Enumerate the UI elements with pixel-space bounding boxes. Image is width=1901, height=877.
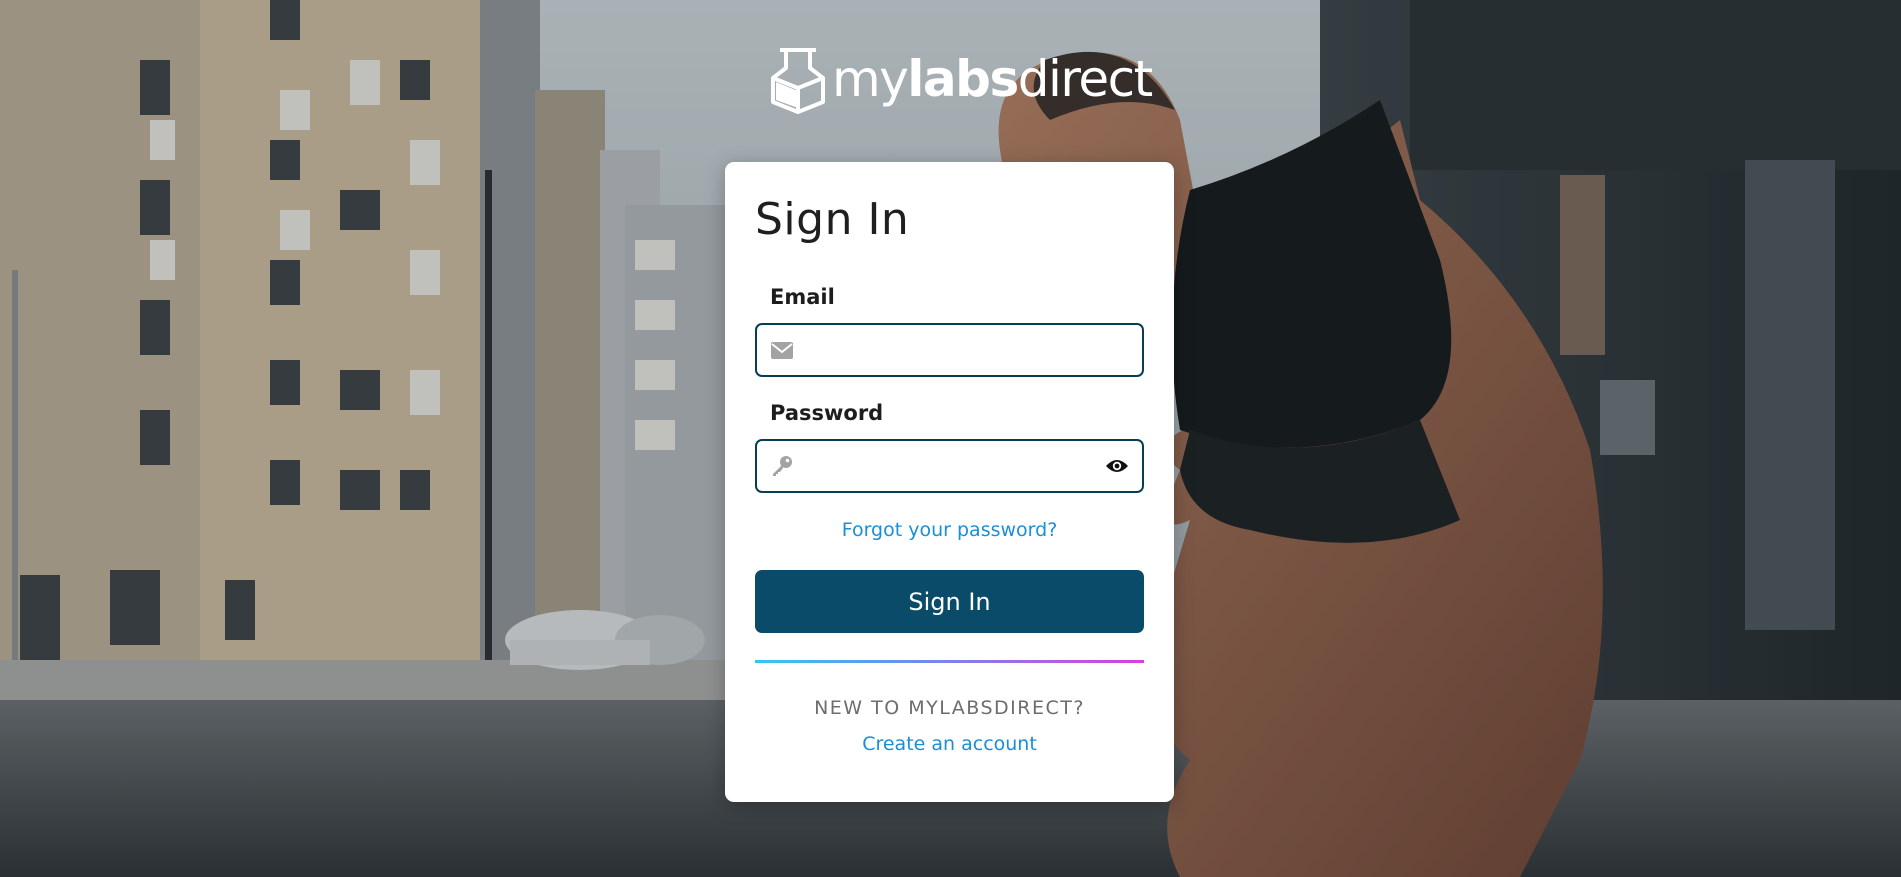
signin-card: Sign In Email Password Forgot your passw… (725, 162, 1174, 802)
envelope-icon (771, 339, 793, 361)
brand-wordmark: mylabsdirect (832, 50, 1153, 108)
brand-logo[interactable]: mylabsdirect (768, 44, 1153, 114)
new-user-prompt: NEW TO MYLABSDIRECT? (814, 697, 1085, 719)
password-input[interactable] (805, 443, 1104, 489)
key-icon (771, 455, 793, 477)
email-field[interactable] (755, 323, 1144, 377)
forgot-password-link[interactable]: Forgot your password? (755, 519, 1144, 541)
password-field[interactable] (755, 439, 1144, 493)
gradient-divider (755, 660, 1144, 663)
flask-logo-icon (771, 48, 825, 114)
eye-icon[interactable] (1104, 455, 1130, 477)
sign-in-button[interactable]: Sign In (755, 570, 1144, 633)
create-account-link[interactable]: Create an account (755, 733, 1144, 755)
email-label: Email (770, 285, 835, 309)
email-input[interactable] (805, 327, 1142, 373)
page-title: Sign In (755, 194, 910, 245)
password-label: Password (770, 401, 884, 425)
